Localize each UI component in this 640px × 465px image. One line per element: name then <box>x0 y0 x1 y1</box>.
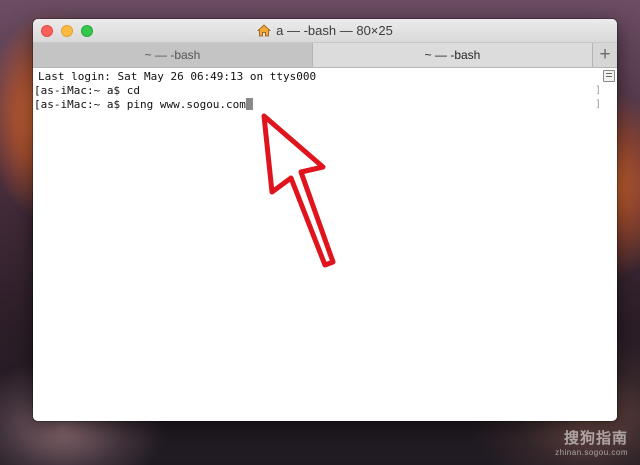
terminal-line-text: as-iMac:~ a$ ping www.sogou.com <box>40 98 246 111</box>
bracket-mark: [ <box>34 98 41 111</box>
terminal-line-text: as-iMac:~ a$ cd <box>40 84 140 97</box>
watermark: 搜狗指南 zhinan.sogou.com <box>518 427 628 457</box>
tab-bar: ~ — -bash ~ — -bash + <box>33 43 617 68</box>
tab-bash-2[interactable]: ~ — -bash <box>313 43 593 67</box>
bracket-mark: ] <box>594 85 601 96</box>
red-arrow-annotation <box>261 113 336 268</box>
new-tab-button[interactable]: + <box>593 43 617 67</box>
terminal-line: [as-iMac:~ a$ cd <box>34 84 140 98</box>
watermark-title: 搜狗指南 <box>563 430 628 447</box>
window-title-text: a — -bash — 80×25 <box>276 23 393 38</box>
terminal-line: [as-iMac:~ a$ ping www.sogou.com <box>34 98 253 112</box>
tab-label: ~ — -bash <box>144 48 201 62</box>
tab-bash-1[interactable]: ~ — -bash <box>33 43 313 67</box>
text-cursor <box>245 98 253 110</box>
terminal-line: Last login: Sat May 26 06:49:13 on ttys0… <box>38 70 317 83</box>
title-bar[interactable]: a — -bash — 80×25 <box>33 19 617 43</box>
scroll-menu-icon[interactable] <box>603 70 615 82</box>
bracket-mark: [ <box>34 84 41 97</box>
plus-icon: + <box>599 44 611 65</box>
home-icon <box>257 24 272 37</box>
watermark-url: zhinan.sogou.com <box>555 448 628 457</box>
tab-label: ~ — -bash <box>424 48 481 62</box>
window-title: a — -bash — 80×25 <box>33 19 617 42</box>
bracket-mark: ] <box>594 99 601 110</box>
